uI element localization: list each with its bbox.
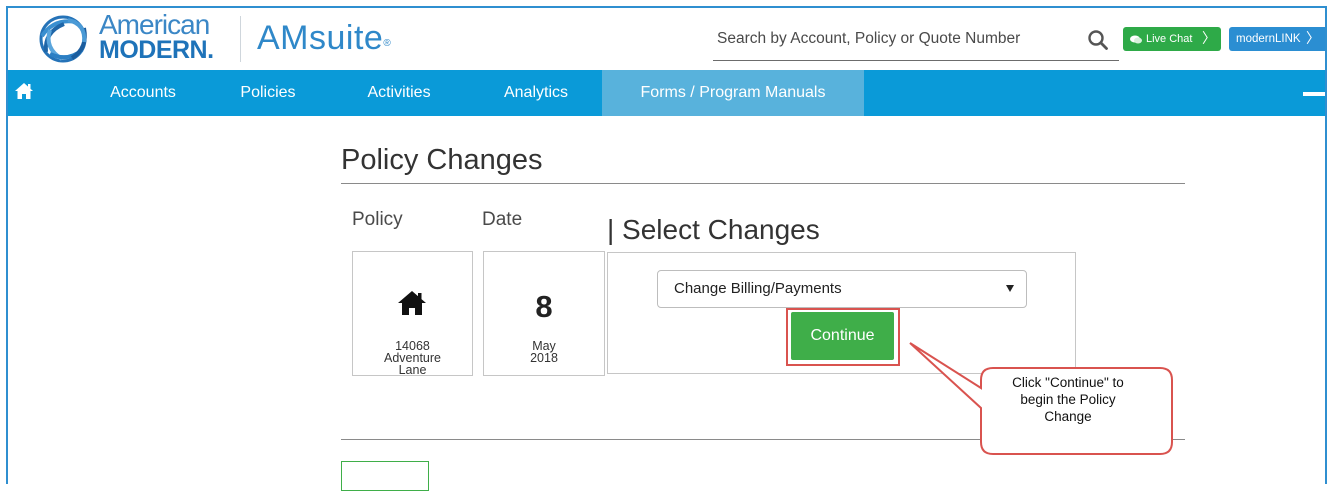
dropdown-arrow-icon [1006,285,1014,292]
section-divider [341,439,1185,440]
chevron-right-icon: 〉 [1306,30,1320,46]
search-icon[interactable] [1087,29,1109,51]
change-type-value: Change Billing/Payments [674,280,842,297]
app-name[interactable]: AMsuite® [257,18,391,58]
callout-line1: Click "Continue" to [1012,375,1124,390]
nav-item-activities[interactable]: Activities [354,70,444,116]
search-bar [713,20,1119,61]
live-chat-button[interactable]: Live Chat 〉 [1123,27,1221,51]
nav-item-policies[interactable]: Policies [228,70,308,116]
home-icon [398,291,426,315]
title-divider [341,183,1185,184]
logo-text-modern: MODERN. [99,36,214,64]
callout-line2: begin the Policy [1020,392,1116,407]
modernlink-label: modernLINK [1236,33,1301,45]
search-input[interactable] [713,24,1077,54]
header: American MODERN. AMsuite® Live Chat 〉 mo… [8,8,1325,70]
chevron-right-icon: 〉 [1202,30,1216,46]
page-title: Policy Changes [341,144,543,176]
continue-button[interactable]: Continue [791,312,894,360]
logo-swirl-icon [39,15,87,63]
live-chat-label: Live Chat [1146,33,1193,45]
logo-text-american: American [99,9,210,40]
menu-toggle-icon[interactable] [1303,92,1325,96]
home-icon[interactable] [14,82,34,100]
chat-bubble-icon [1130,35,1142,43]
change-type-select[interactable]: Change Billing/Payments [657,270,1027,308]
callout-line3: Change [1044,409,1092,424]
logo-divider [240,16,241,62]
main-nav: Accounts Policies Activities Analytics F… [8,70,1325,116]
nav-item-forms-program-manuals[interactable]: Forms / Program Manuals [602,70,864,116]
date-column-label: Date [482,209,523,230]
policy-address-line3: Lane [398,364,427,375]
callout-text: Click "Continue" to begin the Policy Cha… [986,374,1150,425]
partial-button[interactable] [341,461,429,491]
date-card: 8 May 2018 [483,251,605,376]
nav-item-accounts[interactable]: Accounts [96,70,190,116]
date-year: 2018 [530,351,558,365]
app-name-text: AMsuite [257,19,384,57]
app-name-mark: ® [383,38,392,49]
select-changes-heading: | Select Changes [607,214,820,245]
policy-card[interactable]: 14068 Adventure Lane [352,251,473,376]
nav-item-analytics[interactable]: Analytics [488,70,584,116]
modernlink-button[interactable]: modernLINK 〉 [1229,27,1325,51]
policy-address-line2: Adventure [384,351,441,365]
date-day: 8 [535,289,553,324]
policy-column-label: Policy [352,209,403,230]
